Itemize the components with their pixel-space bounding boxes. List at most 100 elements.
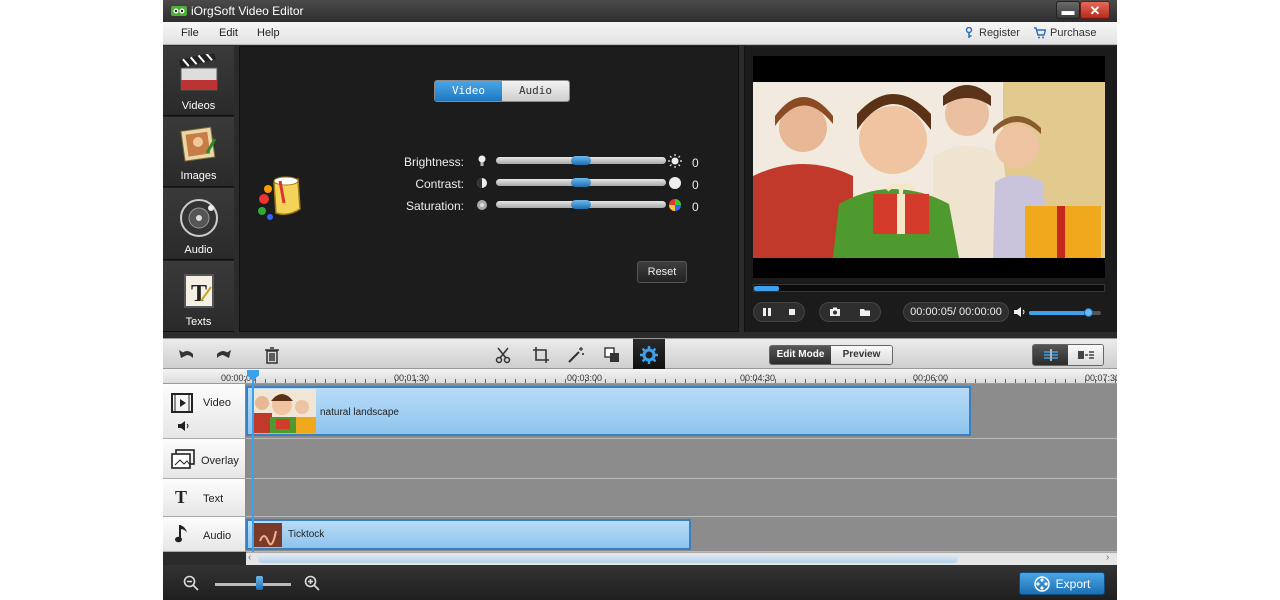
sidebar-label-audio: Audio [184,244,213,256]
sidebar-item-images[interactable]: Images [163,117,234,187]
zoom-in-icon[interactable] [304,575,320,591]
edit-toolbar: Edit Mode Preview [163,338,1117,369]
contrast-slider[interactable] [496,178,666,187]
svg-text:T: T [191,281,207,307]
timeline-view-button[interactable] [1033,345,1068,365]
text-lane[interactable] [246,479,1117,517]
playhead-line[interactable] [252,370,254,552]
track-header-overlay: Overlay [163,439,246,479]
volume-slider[interactable] [1029,308,1101,317]
settings-button[interactable] [633,339,665,369]
contrast-high-icon [669,177,681,189]
sidebar-label-videos: Videos [181,100,216,112]
video-clip-label: natural landscape [320,407,399,418]
minimize-button[interactable]: ▬ [1056,1,1080,19]
timeline-tracks: Video natural landscape Overlay T Text A… [163,384,1117,552]
bulb-icon [478,155,486,166]
scroll-right-arrow-icon[interactable]: › [1106,552,1109,563]
title-bar: iOrgSoft Video Editor ▬ ✕ [163,0,1117,22]
video-clip[interactable]: natural landscape [246,386,971,436]
sidebar-item-texts[interactable]: T Texts [163,261,234,332]
magic-wand-icon[interactable] [567,346,585,364]
text-track-icon: T [175,487,188,507]
menu-edit[interactable]: Edit [219,27,238,39]
preview-mode-button[interactable]: Preview [831,346,892,364]
zoom-out-icon[interactable] [183,575,199,591]
volume-icon[interactable] [1013,305,1027,319]
contrast-low-icon [477,178,487,188]
key-icon [965,27,973,38]
video-lane[interactable]: natural landscape [246,384,1117,439]
adjust-panel: Video Audio Brightness: 0 Contrast: 0 Sa… [239,46,739,332]
track-audio-mute-icon[interactable] [177,420,191,432]
timeline-scrollbar[interactable]: ‹ › [246,552,1117,565]
zoom-slider-knob[interactable] [256,576,263,590]
sidebar-label-texts: Texts [185,316,212,328]
brightness-value: 0 [692,156,699,170]
film-reel-icon [1033,575,1050,592]
sun-icon [668,154,682,168]
timeline-ruler[interactable]: 00:00:00 00:01:30 00:03:00 00:04:30 00:0… [163,369,1117,384]
time-display: 00:00:05/ 00:00:00 [903,302,1009,322]
volume-level [1029,311,1089,315]
tab-audio[interactable]: Audio [502,81,569,101]
saturation-slider-knob[interactable] [571,200,591,209]
scroll-left-arrow-icon[interactable]: ‹ [248,552,251,563]
menu-file[interactable]: File [181,27,199,39]
scrollbar-thumb[interactable] [258,555,958,563]
sidebar-item-audio[interactable]: Audio [163,188,234,260]
track-header-video: Video [163,384,246,439]
sidebar-item-videos[interactable]: Videos [163,46,234,116]
audio-clip[interactable]: Ticktock [246,519,691,550]
track-header-audio: Audio [163,517,246,552]
menu-help[interactable]: Help [257,27,280,39]
volume-knob[interactable] [1084,308,1094,317]
app-logo-icon [171,6,187,16]
delete-icon[interactable] [263,346,281,364]
audio-clip-thumbnail [254,523,282,547]
ruler-ticks [245,379,1117,383]
bottom-bar: Export [163,565,1117,600]
snapshot-controls [819,302,881,322]
track-label-audio: Audio [203,530,232,542]
crop-icon[interactable] [532,346,550,364]
audio-lane[interactable]: Ticktock [246,517,1117,552]
overlay-icon [171,449,195,469]
storyboard-view-button[interactable] [1068,345,1103,365]
window-title: iOrgSoft Video Editor [191,4,304,18]
overlay-lane[interactable] [246,439,1117,479]
zoom-slider[interactable] [215,583,291,586]
undo-icon[interactable] [177,346,195,364]
brightness-slider[interactable] [496,156,666,165]
saturation-high-icon [669,199,681,211]
reset-button[interactable]: Reset [637,261,687,283]
export-button[interactable]: Export [1019,572,1105,595]
contrast-slider-knob[interactable] [571,178,591,187]
pause-icon[interactable] [761,306,773,318]
video-preview [753,56,1105,278]
contrast-value: 0 [692,178,699,192]
saturation-slider[interactable] [496,200,666,209]
folder-icon[interactable] [859,306,871,318]
register-link[interactable]: Register [963,27,1020,39]
color-bucket-icon [258,176,301,220]
track-label-video: Video [203,397,231,409]
overlay-copy-icon[interactable] [603,346,621,364]
redo-icon[interactable] [215,346,233,364]
edit-mode-button[interactable]: Edit Mode [770,346,831,364]
stop-icon[interactable] [786,306,798,318]
track-label-overlay: Overlay [201,455,239,467]
ruler-label-1: 00:01:30 [394,373,430,383]
seek-bar[interactable] [753,284,1105,292]
purchase-link[interactable]: Purchase [1034,27,1096,39]
tab-video[interactable]: Video [435,81,502,101]
close-button[interactable]: ✕ [1080,1,1110,19]
scissors-icon[interactable] [495,346,513,364]
mode-switch: Edit Mode Preview [769,345,893,365]
preview-frame-image [753,56,1105,278]
brightness-slider-knob[interactable] [571,156,591,165]
register-label: Register [979,27,1020,39]
camera-icon[interactable] [829,306,841,318]
media-sidebar: Videos Images Audio T Texts [163,46,234,332]
ruler-label-4: 00:06:00 [913,373,949,383]
